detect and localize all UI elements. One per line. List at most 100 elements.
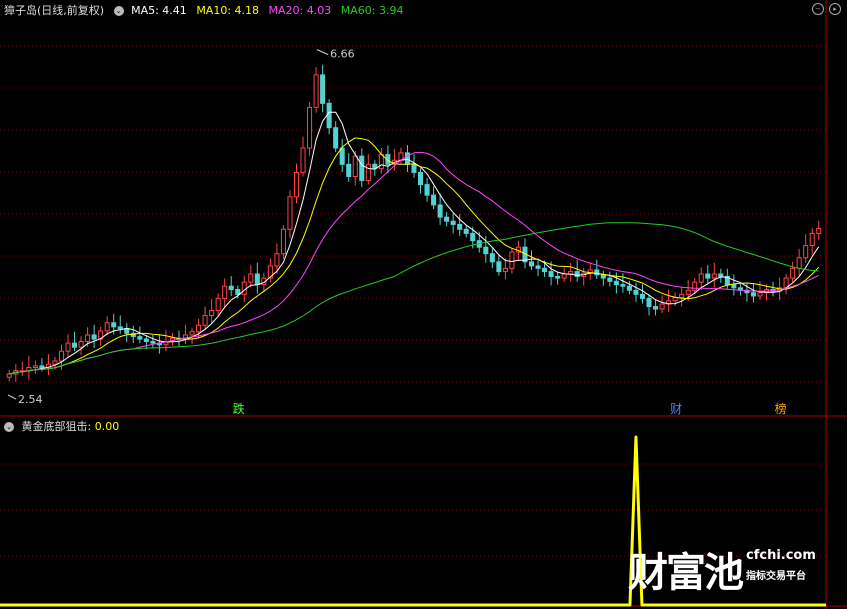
candle-body — [457, 223, 463, 230]
candle-body — [248, 273, 254, 283]
candle-body — [313, 74, 319, 108]
candle-body — [750, 292, 756, 297]
candle-body — [65, 342, 71, 352]
candle-body — [731, 284, 737, 289]
candle-body — [555, 275, 561, 279]
candle-body — [711, 273, 717, 279]
candle-body — [39, 365, 45, 368]
ma5-label: MA5: 4.41 — [131, 4, 187, 17]
candle-body — [607, 277, 613, 282]
candle-body — [698, 273, 704, 283]
chart-grid — [0, 0, 847, 609]
candle-body — [496, 261, 502, 273]
minimize-icon[interactable]: − — [812, 3, 824, 15]
candle-body — [32, 365, 38, 368]
candle-body — [209, 310, 215, 316]
candle-body — [790, 267, 796, 279]
candle-body — [287, 196, 293, 230]
candle-body — [300, 147, 306, 173]
candle-body — [293, 171, 300, 198]
expand-icon[interactable]: ▸ — [829, 3, 841, 15]
candle-body — [222, 285, 228, 299]
candle-body — [548, 271, 554, 277]
candle-body — [639, 293, 646, 299]
stock-title: 獐子岛(日线,前复权) — [4, 4, 105, 17]
candle-body — [78, 340, 84, 348]
candle-body — [52, 360, 58, 365]
candle-body — [542, 267, 548, 273]
ma60-label: MA60: 3.94 — [340, 4, 404, 17]
collapse-icon[interactable]: ⌄ — [113, 6, 124, 16]
indicator-value: : 0.00 — [87, 420, 120, 433]
ma10-label: MA10: 4.18 — [196, 4, 260, 17]
candle-body — [444, 216, 450, 222]
low-pointer — [7, 394, 17, 400]
stock-chart: 6.66 2.54 跌 财 榜 — [0, 0, 847, 609]
candle-body — [431, 194, 437, 206]
high-pointer — [316, 49, 329, 56]
candle-body — [91, 334, 97, 340]
candle-body — [626, 285, 632, 291]
indicator-name: 黄金底部狙击 — [21, 420, 88, 433]
marker-label: 榜 — [775, 401, 787, 416]
candle-body — [470, 232, 476, 242]
chart-labels: 6.66 2.54 跌 财 榜 — [7, 48, 787, 416]
candle-body — [646, 297, 652, 308]
candle-body — [411, 163, 417, 173]
candle-body — [483, 246, 489, 255]
candle-body — [143, 338, 149, 342]
candle-body — [189, 331, 195, 336]
candle-body — [320, 74, 326, 104]
candle-body — [150, 340, 156, 344]
candle-body — [633, 289, 639, 295]
candle-body — [659, 303, 665, 310]
low-price-label: 2.54 — [18, 393, 43, 406]
candle-body — [705, 273, 711, 279]
candle-body — [424, 184, 430, 196]
candle-body — [418, 171, 424, 186]
candle-body — [803, 245, 809, 259]
candle-body — [215, 297, 221, 312]
candle-body — [796, 257, 802, 269]
candle-body — [718, 273, 724, 277]
candle-body — [333, 127, 339, 149]
ma20-line — [9, 151, 819, 375]
watermark-tagline: 指标交易平台 — [746, 571, 806, 582]
candle-body — [653, 306, 659, 310]
candle-body — [502, 267, 508, 273]
candle-body — [600, 274, 606, 279]
candle-body — [561, 273, 567, 279]
moving-averages — [9, 111, 820, 375]
candle-body — [692, 281, 698, 291]
candle-body — [85, 334, 91, 342]
candle-body — [568, 271, 574, 275]
chart-header: 獐子岛(日线,前复权) ⌄ MA5: 4.41 MA10: 4.18 MA20:… — [4, 2, 409, 18]
watermark-logo: 财富池 — [628, 549, 744, 596]
candle-body — [111, 322, 117, 328]
candle-body — [117, 326, 123, 329]
candle-body — [58, 350, 65, 362]
candle-body — [613, 280, 619, 286]
ma20-label: MA20: 4.03 — [268, 4, 332, 17]
candle-body — [352, 155, 358, 177]
candle-body — [196, 324, 202, 333]
indicator-header: ⌄ 黄金底部狙击: 0.00 — [4, 418, 119, 434]
candle-body — [235, 288, 241, 295]
candle-body — [339, 147, 345, 165]
marker-label: 财 — [670, 402, 682, 416]
candle-body — [254, 273, 260, 286]
candle-body — [137, 336, 143, 340]
candle-body — [672, 297, 678, 302]
candle-body — [809, 232, 815, 247]
collapse-icon[interactable]: ⌄ — [4, 422, 14, 432]
candle-body — [202, 314, 208, 326]
candle-body — [326, 102, 332, 129]
candle-body — [757, 292, 763, 297]
candle-body — [72, 342, 78, 348]
candle-body — [346, 163, 352, 177]
candle-body — [104, 322, 110, 332]
candle-body — [528, 261, 535, 267]
candle-body — [679, 293, 685, 299]
candle-body — [307, 106, 313, 149]
candle-body — [489, 253, 495, 263]
